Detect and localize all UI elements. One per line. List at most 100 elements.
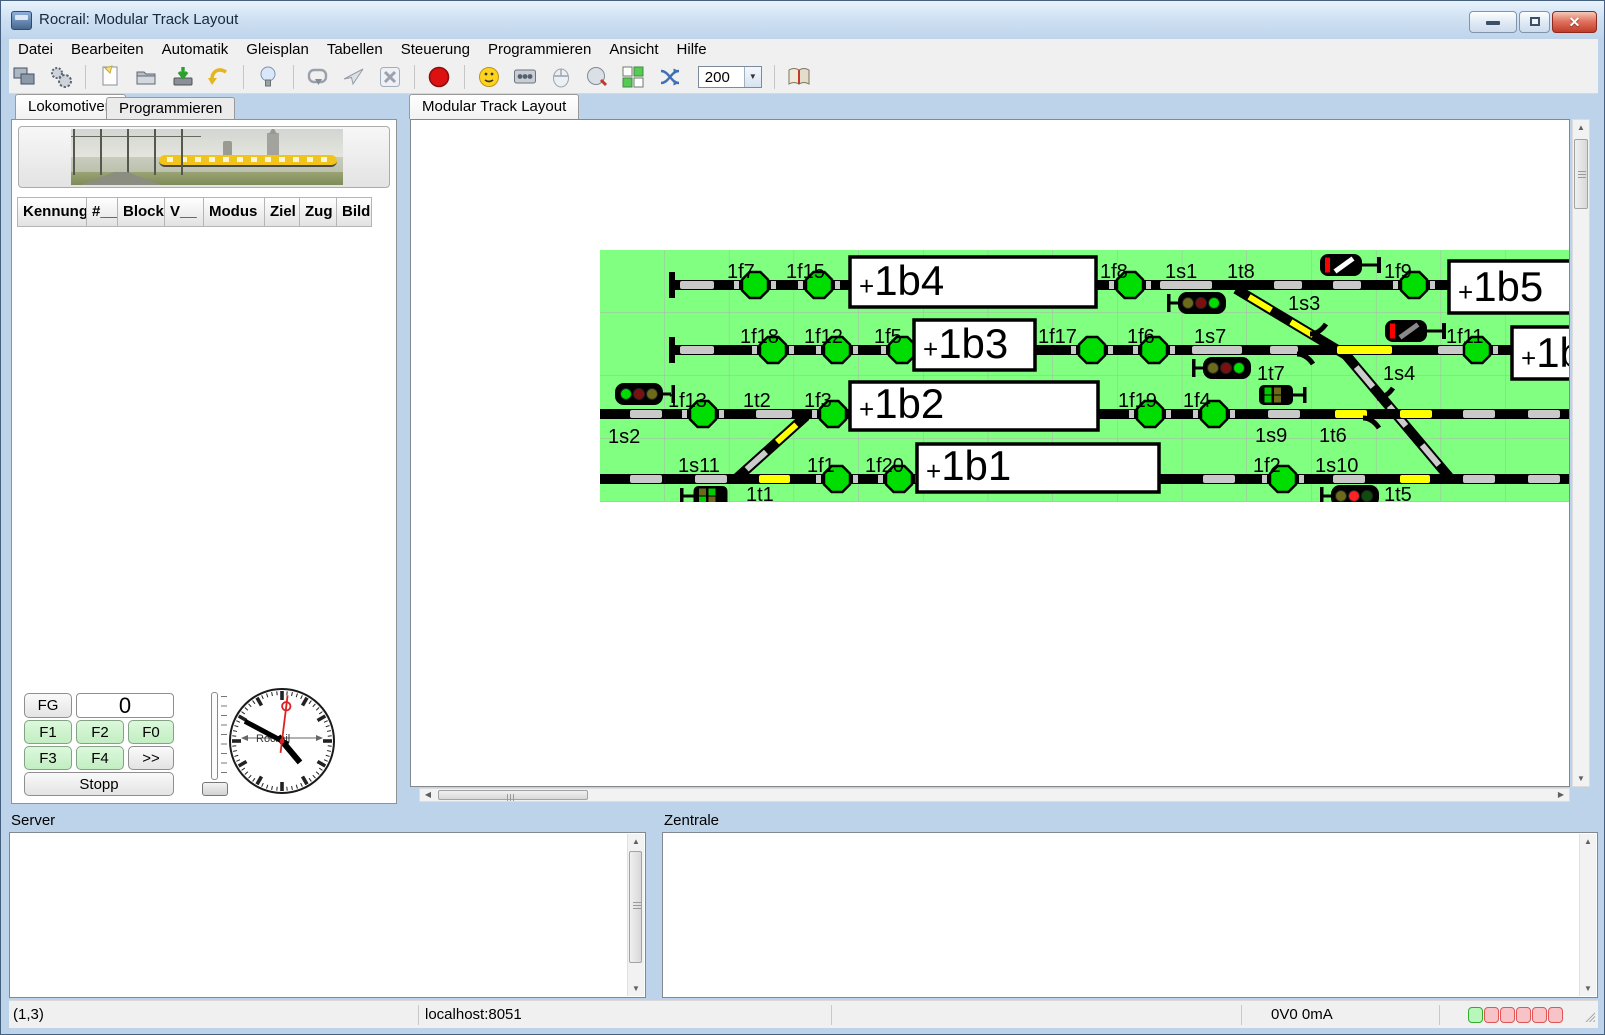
analyzer-icon[interactable]	[584, 64, 610, 90]
col-v[interactable]: V__	[164, 197, 204, 227]
block-1b3[interactable]: +1b3	[914, 320, 1035, 370]
mouse-icon[interactable]	[548, 64, 574, 90]
save-icon[interactable]	[170, 64, 196, 90]
menu-bearbeiten[interactable]: Bearbeiten	[62, 39, 153, 61]
fn-button-f3[interactable]: F3	[24, 746, 72, 770]
col-bild[interactable]: Bild	[336, 197, 372, 227]
lamp-icon[interactable]	[255, 64, 281, 90]
loco-list[interactable]	[18, 227, 390, 689]
scroll-left-icon[interactable]: ◀	[421, 789, 435, 801]
menu-tabellen[interactable]: Tabellen	[318, 39, 392, 61]
close-icon[interactable]	[377, 64, 403, 90]
zoom-level-select[interactable]: 200▼	[698, 66, 762, 88]
track-segment[interactable]	[1463, 475, 1495, 483]
track-segment[interactable]	[680, 346, 714, 354]
send-icon[interactable]	[341, 64, 367, 90]
track-segment[interactable]	[759, 475, 790, 483]
menu-datei[interactable]: Datei	[9, 39, 62, 61]
vscroll-thumb[interactable]	[1574, 139, 1588, 209]
monitors-icon[interactable]	[12, 64, 38, 90]
server-log[interactable]: ▲ ▼	[9, 832, 646, 998]
scroll-down-icon[interactable]: ▼	[1573, 771, 1589, 786]
shuffle-icon[interactable]	[657, 64, 683, 90]
col-block[interactable]: Block	[117, 197, 165, 227]
chevron-down-icon[interactable]: ▼	[744, 67, 761, 87]
hscroll-thumb[interactable]	[438, 790, 588, 800]
scroll-right-icon[interactable]: ▶	[1554, 789, 1568, 801]
resize-grip[interactable]	[1584, 1011, 1595, 1022]
buffer-stop[interactable]	[669, 272, 675, 298]
tab-modular-track-layout[interactable]: Modular Track Layout	[409, 94, 579, 119]
speed-display[interactable]: 0	[76, 693, 174, 718]
switch-panel-icon[interactable]	[512, 64, 538, 90]
menu-automatik[interactable]: Automatik	[153, 39, 238, 61]
close-button[interactable]: ✕	[1552, 11, 1597, 33]
col-[interactable]: #__	[86, 197, 118, 227]
block-1b1[interactable]: +1b1	[917, 442, 1159, 492]
track-segment[interactable]	[1333, 281, 1361, 289]
server-scrollbar[interactable]: ▲ ▼	[627, 834, 644, 996]
fn-button-f2[interactable]: F2	[76, 720, 124, 744]
new-document-icon[interactable]	[98, 64, 124, 90]
undo-icon[interactable]	[206, 64, 232, 90]
block-1b2[interactable]: +1b2	[850, 380, 1098, 430]
block-1b6[interactable]: +1b6	[1512, 327, 1570, 379]
slider-thumb[interactable]	[202, 782, 228, 796]
stop-button[interactable]: Stopp	[24, 772, 174, 796]
fn-button-f1[interactable]: F1	[24, 720, 72, 744]
col-ziel[interactable]: Ziel	[264, 197, 300, 227]
track-segment[interactable]	[1335, 410, 1367, 418]
fg-button[interactable]: FG	[24, 693, 72, 718]
track-plan[interactable]: 1f71f151f81f91f181f121f51f171f61f111f131…	[600, 250, 1570, 502]
zentrale-scrollbar[interactable]: ▲ ▼	[1579, 834, 1596, 996]
track-segment[interactable]	[680, 281, 714, 289]
col-zug[interactable]: Zug	[299, 197, 337, 227]
loco-photo[interactable]	[71, 129, 343, 185]
col-kennung[interactable]: Kennung	[17, 197, 87, 227]
server-scroll-thumb[interactable]	[629, 851, 642, 963]
zentrale-log[interactable]: ▲ ▼	[662, 832, 1598, 998]
track-segment[interactable]	[1270, 346, 1298, 354]
track-segment[interactable]	[1400, 410, 1432, 418]
col-modus[interactable]: Modus	[203, 197, 265, 227]
open-folder-icon[interactable]	[134, 64, 160, 90]
track-segment[interactable]	[1400, 475, 1430, 483]
track-segment[interactable]	[630, 410, 662, 418]
track-segment[interactable]	[1337, 346, 1392, 354]
book-icon[interactable]	[786, 64, 812, 90]
track-segment[interactable]	[1268, 410, 1300, 418]
scroll-down-icon[interactable]: ▼	[628, 981, 644, 996]
block-1b4[interactable]: +1b4	[850, 257, 1096, 307]
buffer-stop[interactable]	[669, 337, 675, 363]
tab-programmieren[interactable]: Programmieren	[106, 97, 235, 119]
blocks-icon[interactable]	[620, 64, 646, 90]
scroll-down-icon[interactable]: ▼	[1580, 981, 1596, 996]
menu-programmieren[interactable]: Programmieren	[479, 39, 600, 61]
smiley-icon[interactable]	[476, 64, 502, 90]
titlebar[interactable]: Rocrail: Modular Track Layout ✕	[1, 1, 1605, 39]
refresh-icon[interactable]	[305, 64, 331, 90]
menu-steuerung[interactable]: Steuerung	[392, 39, 479, 61]
gears-icon[interactable]	[48, 64, 74, 90]
scroll-up-icon[interactable]: ▲	[1573, 120, 1589, 135]
track-segment[interactable]	[1203, 475, 1235, 483]
track-segment[interactable]	[630, 475, 662, 483]
scroll-up-icon[interactable]: ▲	[628, 834, 644, 849]
fn-button-f0[interactable]: F0	[128, 720, 174, 744]
fn-button-f4[interactable]: F4	[76, 746, 124, 770]
menu-ansicht[interactable]: Ansicht	[600, 39, 667, 61]
track-segment[interactable]	[1528, 410, 1560, 418]
fn-button-[interactable]: >>	[128, 746, 174, 770]
track-segment[interactable]	[1274, 281, 1302, 289]
menu-hilfe[interactable]: Hilfe	[668, 39, 716, 61]
maximize-button[interactable]	[1519, 11, 1550, 33]
track-canvas[interactable]: 1f71f151f81f91f181f121f51f171f61f111f131…	[410, 119, 1570, 787]
menu-gleisplan[interactable]: Gleisplan	[237, 39, 318, 61]
minimize-button[interactable]	[1469, 11, 1517, 33]
track-segment[interactable]	[1528, 475, 1560, 483]
canvas-vscrollbar[interactable]: ▲ ▼	[1572, 119, 1590, 787]
canvas-hscrollbar[interactable]: ◀ ▶	[419, 788, 1570, 802]
scroll-up-icon[interactable]: ▲	[1580, 834, 1596, 849]
block-1b5[interactable]: +1b5	[1449, 261, 1570, 313]
track-segment[interactable]	[1463, 410, 1495, 418]
